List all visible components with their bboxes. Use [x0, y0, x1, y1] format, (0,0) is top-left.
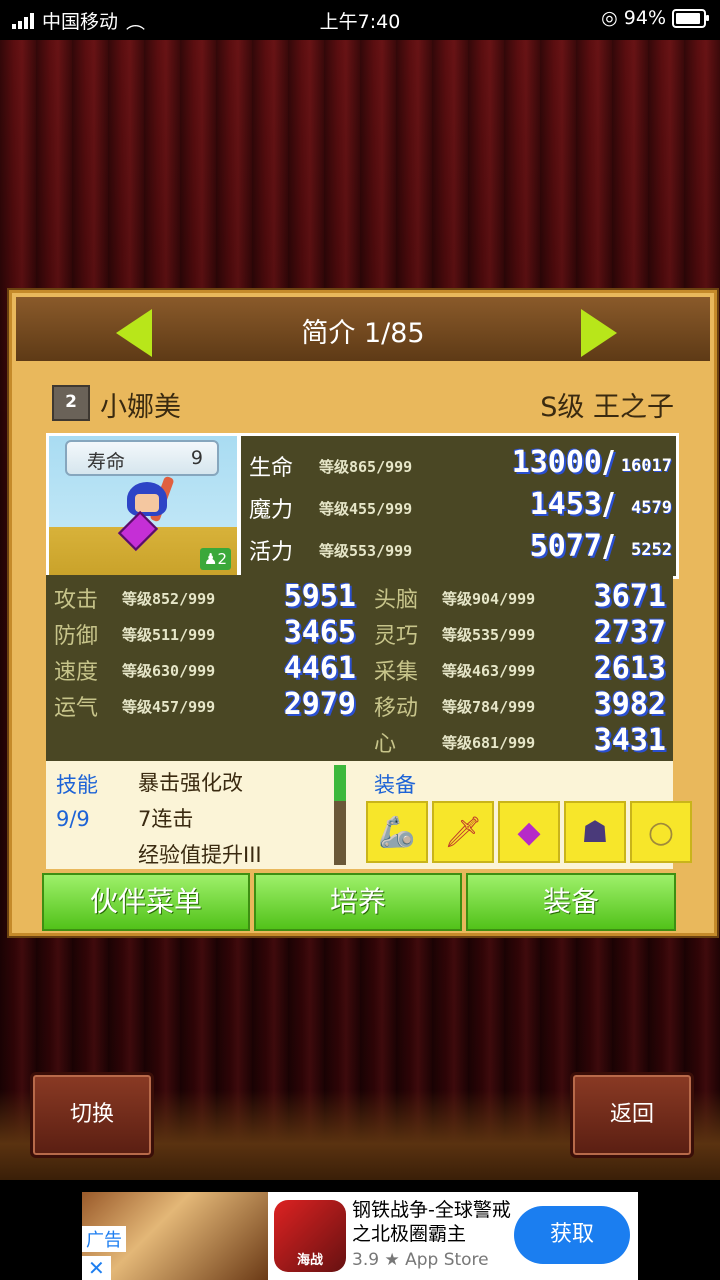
partner-menu-button[interactable]: 伙伴菜单 [42, 873, 250, 931]
skill-item: 7连击 [138, 807, 194, 831]
sword-icon[interactable]: 🗡 [432, 801, 494, 863]
stat-luck: 运气 等级457/999 2979 [54, 687, 356, 722]
vital-row-mp: 魔力 等级455/999 1453 / 4579 [249, 487, 672, 523]
switch-button[interactable]: 切换 [30, 1072, 154, 1158]
skills-scrollbar[interactable] [334, 765, 346, 865]
action-buttons: 伙伴菜单 培养 装备 [42, 873, 682, 931]
character-portrait: 寿命 9 ♟2 [46, 433, 240, 579]
character-profile-panel: 简介 1/85 2 小娜美 S级 王之子 寿命 9 ♟2 生命 等级865/99… [9, 290, 717, 936]
stat-heart: 心等级681/999 3431 [374, 723, 666, 758]
app-title: 钢铁战争-全球警戒之北极圈霸主 [352, 1199, 511, 1245]
gauntlet-icon[interactable]: 🦾 [366, 801, 428, 863]
skills-count: 9/9 [56, 807, 90, 831]
stat-speed: 速度 等级630/999 4461 [54, 651, 356, 686]
name-row: 2 小娜美 S级 王之子 [52, 383, 674, 423]
orientation-lock-icon: ◎ [601, 7, 618, 29]
app-icon[interactable]: 海战 [274, 1200, 346, 1272]
lifespan-value: 9 [190, 447, 203, 469]
ad-container[interactable]: 广告 ✕ 海战 钢铁战争-全球警戒之北极圈霸主 3.9 ★ App Store … [82, 1192, 638, 1280]
companion-count-badge: ♟2 [200, 548, 231, 570]
ad-close-icon[interactable]: ✕ [82, 1256, 111, 1280]
stat-attack: 攻击 等级852/999 5951 [54, 579, 356, 614]
skills-label: 技能 [56, 773, 98, 797]
battery-icon [672, 8, 709, 28]
gem-icon[interactable]: ◆ [498, 801, 560, 863]
get-app-button[interactable]: 获取 [514, 1206, 630, 1264]
skills-equipment-box: 技能 9/9 暴击强化改 7连击 经验值提升III 装备 🦾 🗡 ◆ ☗ ○ [46, 761, 692, 869]
vital-row-hp: 生命 等级865/999 13000 / 16017 [249, 445, 672, 481]
ad-tag: 广告 [82, 1226, 126, 1252]
skills-list[interactable]: 暴击强化改 7连击 经验值提升III [138, 765, 262, 873]
stat-movement: 移动 等级784/999 3982 [374, 687, 666, 722]
necklace-icon[interactable]: ○ [630, 801, 692, 863]
back-button[interactable]: 返回 [570, 1072, 694, 1158]
status-bar: 中国移动 ︵ 上午7:40 ◎ 94% [0, 0, 720, 40]
stats-grid: 攻击 等级852/999 5951 防御 等级511/999 3465 速度 等级630/… [46, 575, 673, 761]
next-character-arrow-icon[interactable] [581, 309, 617, 357]
ad-banner: 广告 ✕ 海战 钢铁战争-全球警戒之北极圈霸主 3.9 ★ App Store … [0, 1180, 720, 1280]
character-name: 小娜美 [100, 392, 181, 423]
skill-item: 经验值提升III [138, 843, 262, 867]
profile-title-bar: 简介 1/85 [16, 297, 710, 361]
stat-dexterity: 灵巧 等级535/999 2737 [374, 615, 666, 650]
hood-icon[interactable]: ☗ [564, 801, 626, 863]
equipment-slots: 🦾 🗡 ◆ ☗ ○ [366, 801, 692, 863]
skill-item: 暴击强化改 [138, 771, 243, 795]
battery-percent: 94% [623, 7, 666, 29]
hero-sprite-icon [107, 475, 187, 556]
equipment-label: 装备 [374, 773, 416, 797]
stat-gathering: 采集 等级463/999 2613 [374, 651, 666, 686]
stat-defense: 防御 等级511/999 3465 [54, 615, 356, 650]
stat-intellect: 头脑 等级904/999 3671 [374, 579, 666, 614]
lifespan-box: 寿命 9 [65, 440, 219, 476]
vital-row-stamina: 活力 等级553/999 5077 / 5252 [249, 529, 672, 565]
equip-button[interactable]: 装备 [466, 873, 676, 931]
app-rating: 3.9 ★ App Store [352, 1250, 489, 1270]
lifespan-label: 寿命 [87, 451, 126, 473]
rank-badge-icon: 2 [52, 385, 90, 421]
train-button[interactable]: 培养 [254, 873, 462, 931]
character-class: S级 王之子 [540, 392, 674, 423]
vitals-box: 生命 等级865/999 13000 / 16017 魔力 等级455/999 … [238, 433, 679, 579]
